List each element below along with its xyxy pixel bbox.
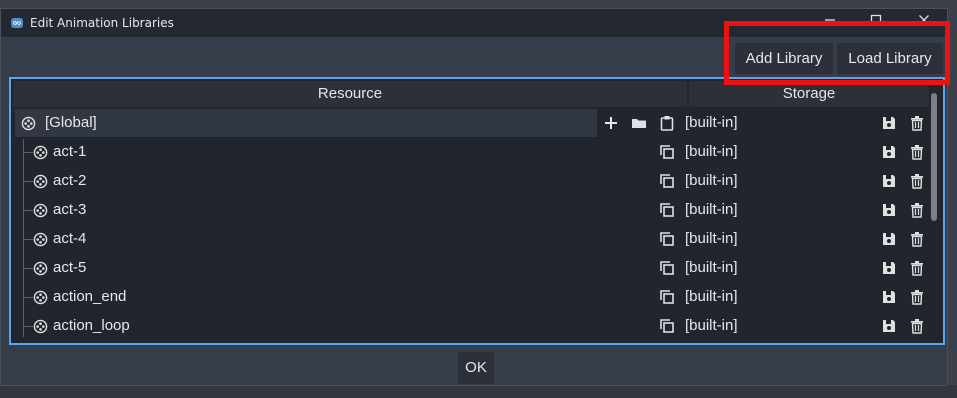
floppy-disk-icon[interactable] [881, 289, 897, 305]
tree-row[interactable]: act-4 [built-in] [11, 225, 931, 254]
tree-branch-line [23, 326, 33, 327]
copy-icon[interactable] [659, 202, 675, 218]
floppy-disk-icon[interactable] [881, 260, 897, 276]
tree-row-label: act-5 [53, 259, 87, 276]
storage-value: [built-in] [685, 259, 738, 276]
trash-icon[interactable] [909, 144, 925, 160]
trash-icon[interactable] [909, 289, 925, 305]
tree-row[interactable]: action_end [built-in] [11, 283, 931, 312]
viewport-strip [0, 385, 957, 398]
tree-row-global[interactable]: [Global] [built-in] [11, 109, 931, 138]
trash-icon[interactable] [909, 318, 925, 334]
trash-icon[interactable] [909, 115, 925, 131]
storage-value: [built-in] [685, 317, 738, 334]
floppy-disk-icon[interactable] [881, 115, 897, 131]
copy-icon[interactable] [659, 144, 675, 160]
floppy-disk-icon[interactable] [881, 202, 897, 218]
godot-icon [11, 18, 23, 28]
storage-value: [built-in] [685, 288, 738, 305]
column-header-resource[interactable]: Resource [13, 81, 687, 107]
tree-row-label: action_end [53, 288, 127, 305]
window-title: Edit Animation Libraries [30, 16, 174, 30]
plus-icon[interactable] [603, 115, 619, 131]
vertical-scrollbar[interactable] [931, 93, 937, 341]
copy-icon[interactable] [659, 231, 675, 247]
floppy-disk-icon[interactable] [881, 173, 897, 189]
trash-icon[interactable] [909, 202, 925, 218]
tree-row-label: act-4 [53, 230, 87, 247]
tree-row[interactable]: action_loop [built-in] [11, 312, 931, 341]
copy-icon[interactable] [659, 318, 675, 334]
floppy-disk-icon[interactable] [881, 144, 897, 160]
animation-icon [33, 319, 48, 334]
scrollbar-thumb[interactable] [931, 93, 937, 221]
tree-branch-line [23, 210, 33, 211]
storage-value: [built-in] [685, 143, 738, 160]
animation-icon [33, 232, 48, 247]
storage-value: [built-in] [685, 114, 738, 131]
animation-icon [33, 261, 48, 276]
animation-icon [33, 174, 48, 189]
storage-value: [built-in] [685, 230, 738, 247]
tree-branch-line [23, 239, 33, 240]
animation-icon [33, 290, 48, 305]
tree-row[interactable]: act-5 [built-in] [11, 254, 931, 283]
tree-row-label: act-1 [53, 143, 87, 160]
storage-value: [built-in] [685, 172, 738, 189]
copy-icon[interactable] [659, 289, 675, 305]
tree-branch-line [23, 268, 33, 269]
animation-library-icon [21, 116, 36, 131]
copy-icon[interactable] [659, 173, 675, 189]
selected-row-highlight [15, 109, 597, 137]
storage-value: [built-in] [685, 201, 738, 218]
tree-row[interactable]: act-3 [built-in] [11, 196, 931, 225]
trash-icon[interactable] [909, 231, 925, 247]
tree-row[interactable]: act-1 [built-in] [11, 138, 931, 167]
floppy-disk-icon[interactable] [881, 231, 897, 247]
tree-row-label: action_loop [53, 317, 130, 334]
animation-icon [33, 203, 48, 218]
tree-row-label: act-3 [53, 201, 87, 218]
annotation-highlight-box [724, 21, 950, 85]
clipboard-icon[interactable] [659, 115, 675, 131]
tree-branch-line [23, 297, 33, 298]
tree-branch-line [23, 152, 33, 153]
tree-row[interactable]: act-2 [built-in] [11, 167, 931, 196]
floppy-disk-icon[interactable] [881, 318, 897, 334]
trash-icon[interactable] [909, 173, 925, 189]
library-tree[interactable]: Resource Storage [Global] [built-in] act… [9, 77, 945, 345]
ok-button[interactable]: OK [458, 352, 494, 384]
copy-icon[interactable] [659, 260, 675, 276]
animation-icon [33, 145, 48, 160]
folder-icon[interactable] [631, 115, 647, 131]
tree-row-label: [Global] [45, 114, 97, 131]
tree-branch-line [23, 181, 33, 182]
tree-row-label: act-2 [53, 172, 87, 189]
trash-icon[interactable] [909, 260, 925, 276]
